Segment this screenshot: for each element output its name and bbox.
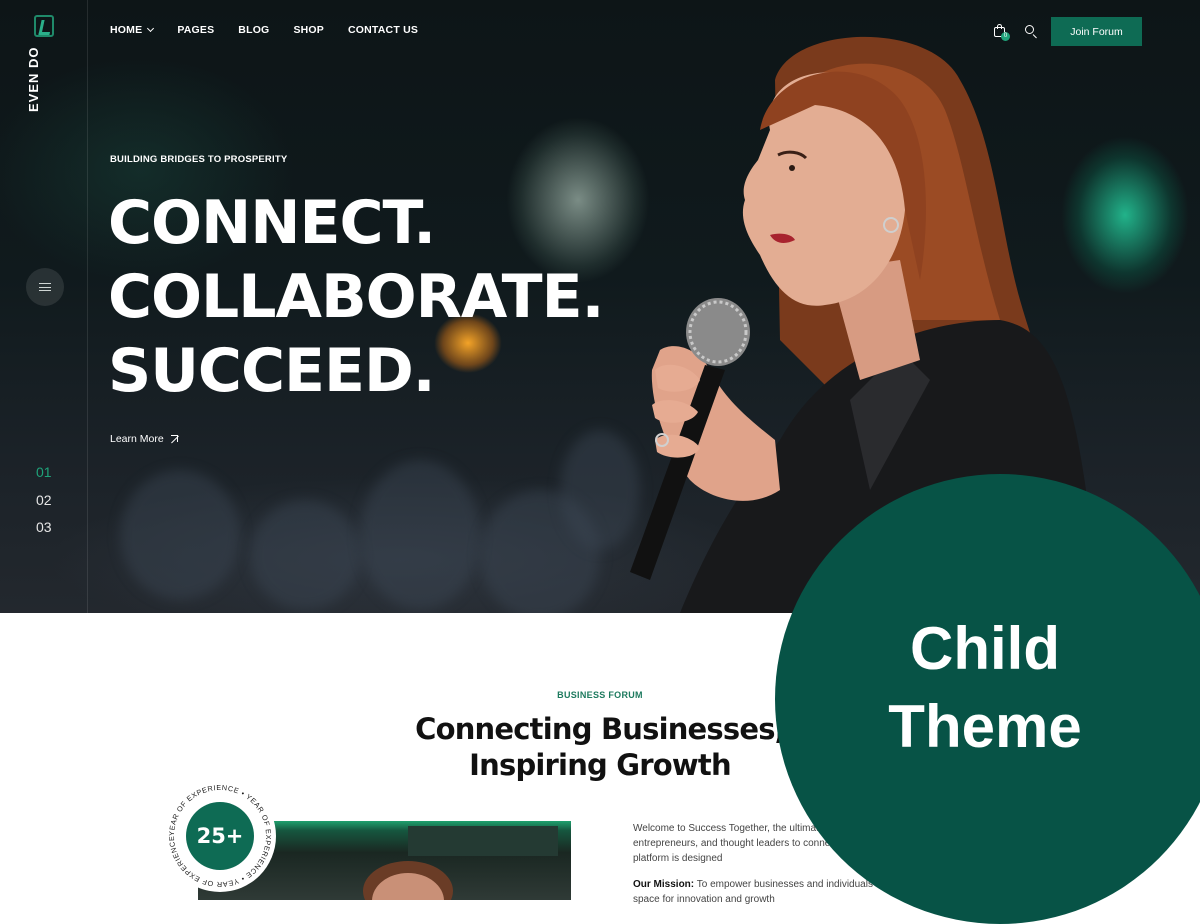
experience-badge: YEAR OF EXPERIENCE • YEAR OF EXPERIENCE … — [164, 780, 276, 892]
crowd-silhouette — [120, 470, 240, 600]
hero-headline-line-2: COLLABORATE. — [108, 262, 604, 332]
hero-eyebrow: BUILDING BRIDGES TO PROSPERITY — [110, 154, 288, 165]
nav-item-pages[interactable]: PAGES — [177, 24, 214, 36]
search-icon[interactable] — [1024, 24, 1038, 39]
cart-count-badge: 0 — [1001, 32, 1010, 41]
slide-indicator-1[interactable]: 01 — [36, 464, 52, 480]
hero-headline-line-1: CONNECT. — [108, 188, 436, 258]
nav-item-home[interactable]: HOME — [110, 24, 155, 36]
child-theme-line-1: Child — [910, 615, 1060, 682]
nav-item-label: CONTACT US — [348, 24, 419, 36]
hamburger-menu-button[interactable] — [26, 268, 64, 306]
learn-more-link[interactable]: Learn More — [110, 433, 178, 445]
nav-item-label: PAGES — [177, 24, 215, 36]
section-eyebrow: BUSINESS FORUM — [557, 690, 643, 700]
chevron-down-icon — [147, 24, 155, 33]
nav-item-shop[interactable]: SHOP — [293, 24, 324, 36]
arrow-up-right-icon — [170, 435, 178, 443]
nav-item-blog[interactable]: BLOG — [238, 24, 269, 36]
slide-indicator-2[interactable]: 02 — [36, 492, 52, 508]
main-nav: HOME PAGES BLOG SHOP CONTACT US — [110, 24, 418, 36]
experience-value: 25+ — [186, 802, 254, 870]
menu-icon — [39, 283, 51, 291]
join-forum-button[interactable]: Join Forum — [1051, 17, 1142, 46]
slide-indicator-3[interactable]: 03 — [36, 519, 52, 535]
nav-item-label: HOME — [110, 24, 143, 36]
logo-text[interactable]: EVEN DO — [26, 46, 41, 112]
logo-icon[interactable] — [34, 15, 54, 37]
crowd-silhouette — [250, 500, 360, 610]
nav-item-contact[interactable]: CONTACT US — [348, 24, 418, 36]
child-theme-line-2: Theme — [888, 693, 1082, 760]
mission-label: Our Mission: — [633, 879, 695, 890]
nav-item-label: BLOG — [238, 24, 270, 36]
hero-headline-line-3: SUCCEED. — [108, 336, 436, 406]
learn-more-label: Learn More — [110, 433, 164, 445]
cart-icon[interactable]: 0 — [993, 24, 1010, 41]
crowd-silhouette — [360, 460, 480, 610]
nav-item-label: SHOP — [293, 24, 324, 36]
